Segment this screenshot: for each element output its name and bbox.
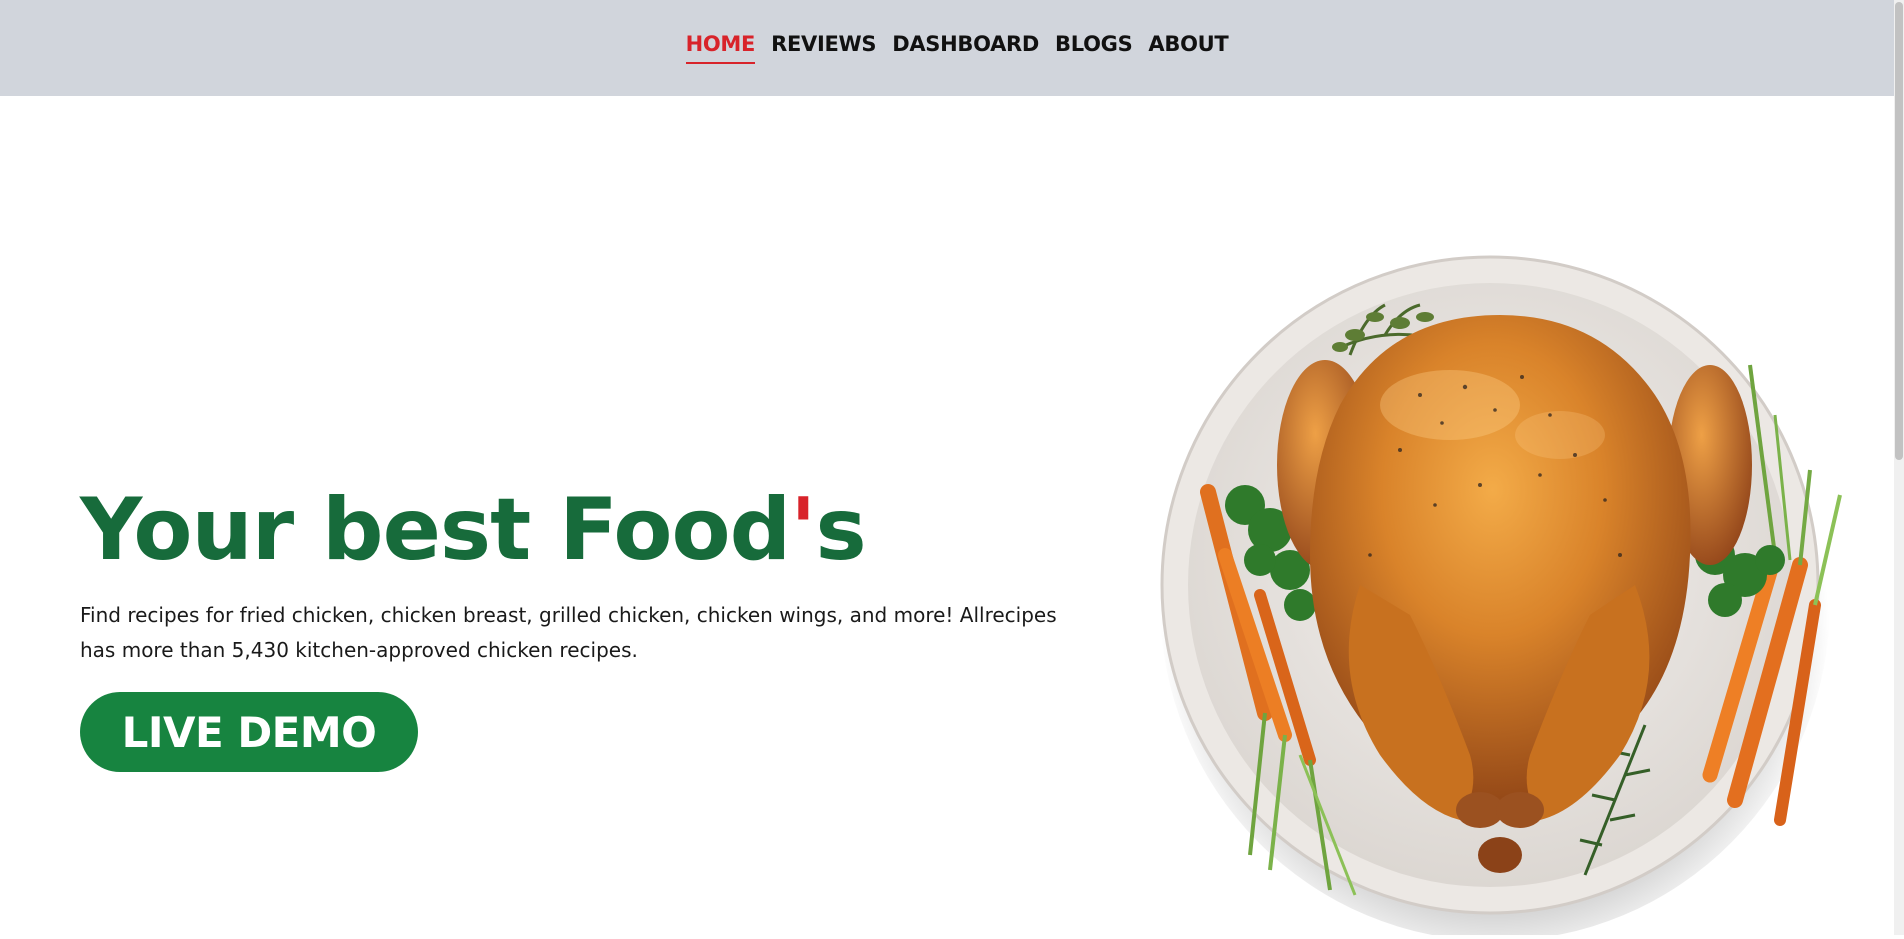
page-scrollbar[interactable] [1894,0,1904,935]
hero-title-end: s [815,480,867,580]
hero-description: Find recipes for fried chicken, chicken … [80,603,1057,662]
live-demo-button[interactable]: LIVE DEMO [80,692,418,772]
nav-item-home[interactable]: HOME [685,32,755,64]
top-navbar: HOME REVIEWS DASHBOARD BLOGS ABOUT [0,0,1904,96]
hero-title-apostrophe: ' [790,480,816,580]
hero-title: Your best Food's [80,480,1060,580]
scrollbar-thumb[interactable] [1895,2,1903,460]
nav-item-dashboard[interactable]: DASHBOARD [892,32,1039,64]
roast-chicken-plate-icon [1150,255,1870,939]
main-nav: HOME REVIEWS DASHBOARD BLOGS ABOUT [685,32,1229,64]
nav-item-about[interactable]: ABOUT [1148,32,1228,64]
hero-title-main: Your best Food [80,480,791,580]
nav-item-blogs[interactable]: BLOGS [1055,32,1133,64]
nav-item-reviews[interactable]: REVIEWS [771,32,876,64]
hero-section: Your best Food's Find recipes for fried … [80,480,1060,668]
